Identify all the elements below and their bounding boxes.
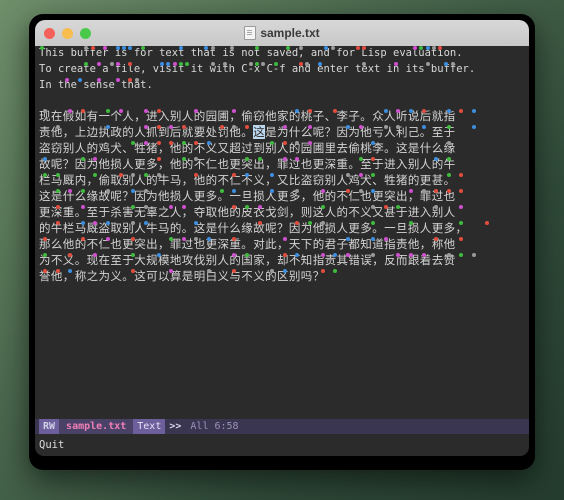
buffer-line-text: In the sense that. (39, 78, 153, 91)
close-button[interactable] (44, 27, 55, 39)
modeline-major-mode: Text (133, 419, 166, 434)
editor-buffer[interactable]: This buffer is for text that is not save… (39, 46, 527, 420)
modeline-readwrite: RW (39, 419, 60, 434)
buffer-line[interactable]: 这是什么缘故呢？因为他损人更多。一旦损人更多，他的不仁也更突出，罪过也 (39, 189, 527, 205)
buffer-line-text: 的牛栏马厩盗取别人牛马的。这是什么缘故呢？因为他损人更多。一旦损人更多， (39, 221, 468, 236)
buffer-line-text: 现在假如有一个人，进入别人的园圃，偷窃他家的桃子、李子。众人听说后就指 (39, 109, 456, 124)
buffer-line[interactable]: 盗窃别人的鸡犬、牲猪，他的不义又超过到别人的园圃里去偷桃李。这是什么缘 (39, 141, 527, 157)
buffer-line[interactable]: 为不义。现在至于大规模地攻伐别人的国家，却不知指责其错误，反而跟着去赞 (39, 253, 527, 269)
document-icon (244, 26, 257, 40)
modeline-buffer-name: sample.txt (59, 419, 134, 434)
editor-modeline: RW sample.txt Text >> All 6:58 (35, 419, 529, 434)
marker-dot (472, 109, 477, 114)
buffer-line[interactable]: 誉他，称之为义。这可以算是明白义与不义的区别吗？ (39, 269, 527, 285)
buffer-line[interactable]: 责他，上边执政的人抓到后就要处罚他。这是为什么呢？因为他亏人利己。至于 (39, 125, 527, 141)
buffer-line-text: This buffer is for text that is not save… (39, 47, 463, 59)
window-title: sample.txt (260, 26, 320, 40)
terminal-screen[interactable]: This buffer is for text that is not save… (35, 46, 529, 456)
terminal-window[interactable]: sample.txt This buffer is for text that … (29, 14, 535, 470)
marker-dot (472, 253, 477, 258)
buffer-line-text: 这是什么缘故呢？因为他损人更多。一旦损人更多，他的不仁也更突出，罪过也 (39, 189, 456, 204)
modeline-scroll-arrows: >> (169, 420, 182, 432)
buffer-line[interactable]: 那么他的不仁也更突出，罪过也更深重。对此，天下的君子都知道指责他，称他 (39, 237, 527, 253)
buffer-line[interactable]: 现在假如有一个人，进入别人的园圃，偷窃他家的桃子、李子。众人听说后就指 (39, 109, 527, 125)
minimize-button[interactable] (62, 27, 73, 39)
modeline-position: All 6:58 (190, 420, 239, 432)
buffer-line[interactable]: This buffer is for text that is not save… (39, 46, 527, 62)
marker-dot (459, 173, 464, 178)
buffer-line[interactable]: To create a file, visit it with C-x C-f … (39, 61, 527, 78)
window-titlebar[interactable]: sample.txt (35, 20, 529, 47)
buffer-line[interactable]: 更深重。至于杀害无辜之人，夺取他的皮衣戈剑，则这人的不义又甚于进入别人 (39, 205, 527, 221)
marker-dot (472, 125, 477, 130)
buffer-blank-line (39, 93, 527, 109)
buffer-line-text: 是为什么呢？因为他亏人利己。至于 (265, 125, 456, 140)
window-controls[interactable] (44, 27, 91, 39)
buffer-line[interactable]: 栏马厩内，偷取别人的牛马，他的不仁不义，又比盗窃别人鸡犬、牲猪的更甚。 (39, 173, 527, 189)
buffer-line-text: 故呢？因为他损人更多，他的不仁也更突出，罪过也更深重。至于进入别人的牛 (39, 157, 456, 172)
marker-dot (459, 109, 464, 114)
buffer-line[interactable]: In the sense that. (39, 77, 527, 94)
buffer-line-text: 盗窃别人的鸡犬、牲猪，他的不义又超过到别人的园圃里去偷桃李。这是什么缘 (39, 141, 456, 156)
marker-dot (484, 221, 489, 226)
buffer-line-text: 更深重。至于杀害无辜之人，夺取他的皮衣戈剑，则这人的不义又甚于进入别人 (39, 205, 456, 220)
buffer-line[interactable]: 的牛栏马厩盗取别人牛马的。这是什么缘故呢？因为他损人更多。一旦损人更多， (39, 221, 527, 237)
echo-area: Quit (39, 439, 65, 451)
buffer-line-text: 为不义。现在至于大规模地攻伐别人的国家，却不知指责其错误，反而跟着去赞 (39, 253, 456, 268)
buffer-line-text: To create a file, visit it with C-x C-f … (39, 62, 476, 75)
marker-dot (459, 237, 464, 242)
buffer-line[interactable]: 故呢？因为他损人更多，他的不仁也更突出，罪过也更深重。至于进入别人的牛 (39, 157, 527, 173)
text-cursor: 这 (253, 125, 266, 140)
marker-dot (459, 253, 464, 258)
marker-dot (459, 189, 464, 194)
marker-dot (459, 205, 464, 210)
buffer-line-text: 栏马厩内，偷取别人的牛马，他的不仁不义，又比盗窃别人鸡犬、牲猪的更甚。 (39, 173, 456, 188)
desktop-background: sample.txt This buffer is for text that … (0, 0, 564, 500)
window-title-group: sample.txt (35, 26, 529, 40)
buffer-line-text: 责他，上边执政的人抓到后就要处罚他。 (39, 125, 254, 140)
buffer-line-text: 那么他的不仁也更突出，罪过也更深重。对此，天下的君子都知道指责他，称他 (39, 237, 456, 252)
maximize-button[interactable] (80, 27, 91, 39)
marker-dot (333, 269, 338, 274)
buffer-line-text: 誉他，称之为义。这可以算是明白义与不义的区别吗？ (39, 269, 325, 284)
